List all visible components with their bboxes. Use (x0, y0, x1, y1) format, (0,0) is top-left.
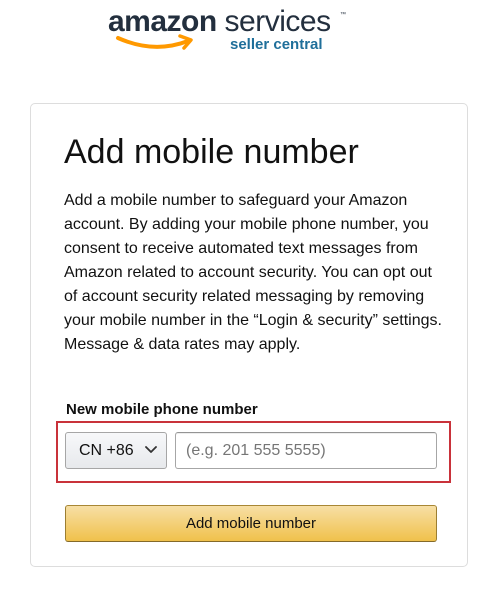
add-mobile-number-button[interactable]: Add mobile number (65, 505, 437, 542)
logo-brand-light: services (216, 5, 332, 38)
logo-subtitle: seller central (230, 36, 323, 53)
page-title: Add mobile number (64, 133, 359, 171)
chevron-down-icon (145, 446, 157, 453)
phone-number-input[interactable] (175, 432, 437, 469)
phone-number-label: New mobile phone number (66, 401, 258, 418)
add-mobile-card: Add mobile number Add a mobile number to… (30, 103, 468, 567)
amazon-services-logo: amazon services ™ seller central (108, 4, 348, 60)
logo-trademark: ™ (340, 12, 346, 18)
page-description: Add a mobile number to safeguard your Am… (64, 192, 442, 353)
amazon-smile-icon (116, 34, 193, 50)
country-code-select[interactable]: CN +86 (65, 432, 167, 469)
country-code-value: CN +86 (79, 442, 134, 459)
